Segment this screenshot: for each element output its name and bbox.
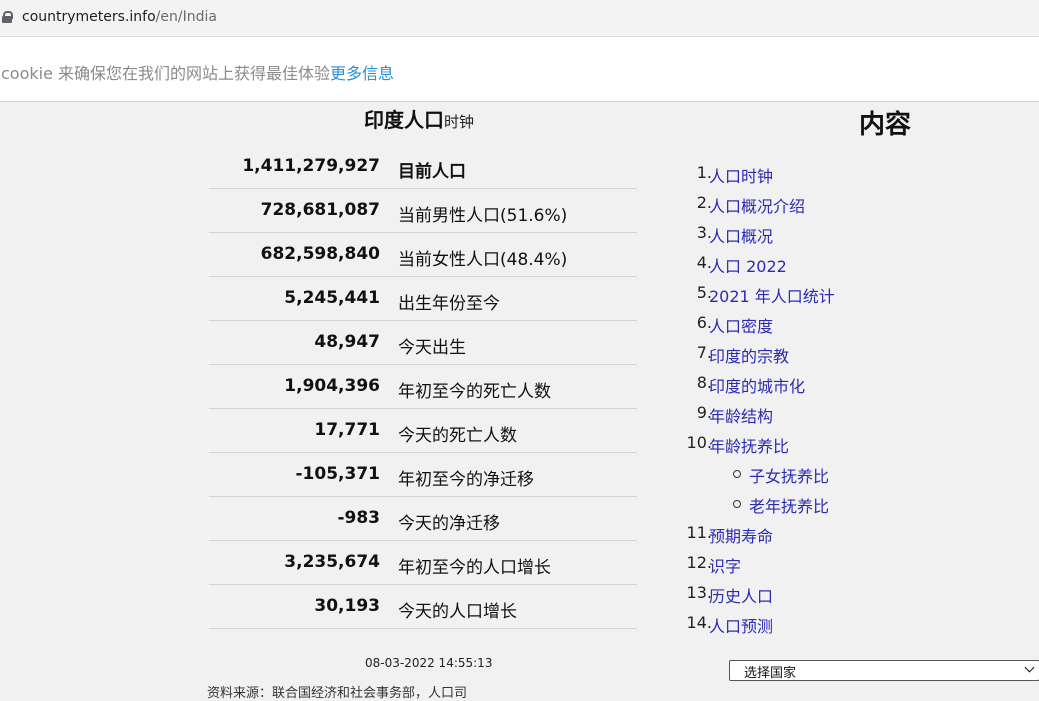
toc-link[interactable]: 人口 2022 [709, 253, 787, 277]
table-of-contents: 1. 人口时钟 2. 人口概况介绍 3. 人口概况 4. 人口 2022 5. 2021 … [680, 160, 940, 640]
toc-link[interactable]: 历史人口 [709, 583, 773, 607]
browser-address-bar[interactable]: countrymeters.info/en/India [0, 0, 1039, 37]
toc-link[interactable]: 年龄抚养比 [709, 433, 789, 457]
toc-subitem[interactable]: 子女抚养比 [680, 460, 940, 490]
toc-title: 内容 [859, 110, 912, 140]
stat-label: 目前人口 [398, 162, 466, 182]
stat-value: 728,681,087 [260, 200, 380, 220]
url-domain: countrymeters.info [22, 9, 156, 25]
cookie-banner: cookie 来确保您在我们的网站上获得最佳体验更多信息 [0, 37, 1039, 102]
stat-row: 30,193 今天的人口增长 [209, 585, 637, 629]
toc-item[interactable]: 12. 识字 [680, 550, 940, 580]
toc-link[interactable]: 人口预测 [709, 613, 773, 637]
stat-value: 30,193 [314, 596, 380, 616]
toc-subitem[interactable]: 老年抚养比 [680, 490, 940, 520]
toc-link[interactable]: 人口时钟 [709, 163, 773, 187]
country-select-value: 选择国家 [744, 666, 797, 681]
stat-row: 728,681,087 当前男性人口(51.6%) [209, 189, 637, 233]
toc-link[interactable]: 印度的城市化 [709, 373, 805, 397]
bullet-icon [733, 470, 741, 478]
stat-label: 今天的人口增长 [398, 602, 517, 622]
stat-value: 3,235,674 [284, 552, 380, 572]
toc-link[interactable]: 年龄结构 [709, 403, 773, 427]
toc-link[interactable]: 识字 [709, 553, 741, 577]
chevron-down-icon [1024, 662, 1035, 673]
stat-value: -105,371 [295, 464, 381, 484]
stat-label: 年初至今的死亡人数 [398, 382, 551, 402]
stat-label: 出生年份至今 [398, 294, 500, 314]
stat-value: 48,947 [314, 332, 380, 352]
stat-value: 1,904,396 [284, 376, 380, 396]
stat-row: 3,235,674 年初至今的人口增长 [209, 541, 637, 585]
stat-row: 48,947 今天出生 [209, 321, 637, 365]
toc-item[interactable]: 3. 人口概况 [680, 220, 940, 250]
url-path: /en/India [155, 9, 217, 25]
toc-link[interactable]: 预期寿命 [709, 523, 773, 547]
toc-item[interactable]: 14. 人口预测 [680, 610, 940, 640]
stat-value: 5,245,441 [284, 288, 380, 308]
stat-label: 年初至今的净迁移 [398, 470, 534, 490]
toc-item[interactable]: 5. 2021 年人口统计 [680, 280, 940, 310]
clock-title-main: 印度人口 [364, 108, 444, 132]
stat-label: 年初至今的人口增长 [398, 558, 551, 578]
toc-link[interactable]: 2021 年人口统计 [709, 283, 835, 307]
stat-label: 当前男性人口(51.6%) [398, 206, 568, 226]
bullet-icon [733, 500, 741, 508]
stat-label: 今天的净迁移 [398, 514, 500, 534]
stat-row: 1,904,396 年初至今的死亡人数 [209, 365, 637, 409]
stat-row: 5,245,441 出生年份至今 [209, 277, 637, 321]
toc-item[interactable]: 6. 人口密度 [680, 310, 940, 340]
stat-row: 682,598,840 当前女性人口(48.4%) [209, 233, 637, 277]
clock-title: 印度人口时钟 [364, 104, 474, 133]
toc-link[interactable]: 子女抚养比 [749, 463, 829, 487]
population-clock-table: 1,411,279,927 目前人口 728,681,087 当前男性人口(51.6… [209, 145, 637, 629]
toc-link[interactable]: 人口密度 [709, 313, 773, 337]
toc-link[interactable]: 印度的宗教 [709, 343, 789, 367]
country-select[interactable]: 选择国家 [729, 660, 1039, 681]
toc-item[interactable]: 1. 人口时钟 [680, 160, 940, 190]
stat-row: -983 今天的净迁移 [209, 497, 637, 541]
toc-item[interactable]: 4. 人口 2022 [680, 250, 940, 280]
toc-link[interactable]: 人口概况 [709, 223, 773, 247]
stat-label: 当前女性人口(48.4%) [398, 250, 568, 270]
toc-link[interactable]: 人口概况介绍 [709, 193, 805, 217]
clock-title-sub: 时钟 [444, 113, 475, 131]
stat-row: 17,771 今天的死亡人数 [209, 409, 637, 453]
stat-value: -983 [337, 508, 380, 528]
stat-value: 1,411,279,927 [242, 156, 380, 176]
toc-item[interactable]: 2. 人口概况介绍 [680, 190, 940, 220]
stat-value: 17,771 [314, 420, 380, 440]
toc-item[interactable]: 9. 年龄结构 [680, 400, 940, 430]
toc-item[interactable]: 13. 历史人口 [680, 580, 940, 610]
stat-row: 1,411,279,927 目前人口 [209, 145, 637, 189]
clock-timestamp: 08-03-2022 14:55:13 [365, 656, 493, 670]
toc-item[interactable]: 10. 年龄抚养比 [680, 430, 940, 460]
cookie-banner-text: cookie 来确保您在我们的网站上获得最佳体验更多信息 [1, 60, 394, 84]
toc-item[interactable]: 11. 预期寿命 [680, 520, 940, 550]
stat-value: 682,598,840 [260, 244, 380, 264]
toc-item[interactable]: 7. 印度的宗教 [680, 340, 940, 370]
more-info-link[interactable]: 更多信息 [330, 64, 394, 83]
cookie-message: cookie 来确保您在我们的网站上获得最佳体验 [1, 64, 331, 83]
stat-label: 今天出生 [398, 338, 466, 358]
toc-link[interactable]: 老年抚养比 [749, 493, 829, 517]
toc-item[interactable]: 8. 印度的城市化 [680, 370, 940, 400]
lock-icon [2, 11, 13, 23]
url-text[interactable]: countrymeters.info/en/India [22, 9, 217, 25]
data-source: 资料来源：联合国经济和社会事务部，人口司 [207, 686, 468, 701]
stat-row: -105,371 年初至今的净迁移 [209, 453, 637, 497]
stat-label: 今天的死亡人数 [398, 426, 517, 446]
